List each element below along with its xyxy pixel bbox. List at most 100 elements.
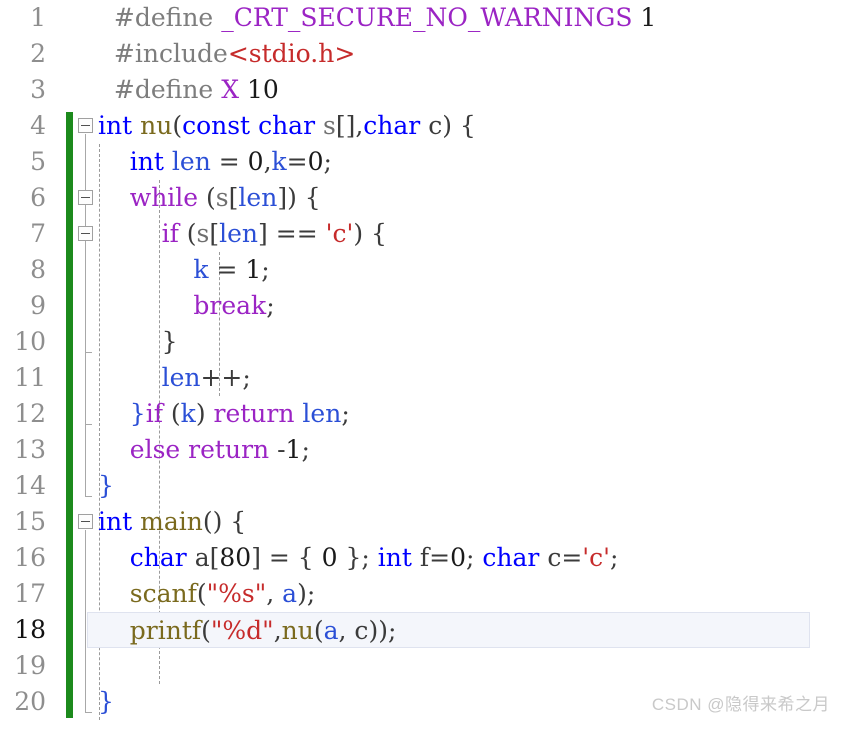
code-token-fn: main — [140, 507, 203, 536]
code-token-plain: ] == — [258, 219, 326, 248]
code-token-plain: = — [286, 147, 308, 176]
code-line[interactable]: int main() { — [98, 504, 844, 540]
code-token-var: len — [171, 147, 211, 176]
code-token-plain: ( — [178, 219, 197, 248]
line-number: 2 — [30, 39, 46, 68]
code-token-plain: ( — [201, 616, 211, 645]
code-line[interactable]: #define X 10 — [98, 72, 844, 108]
code-token-macro: X — [221, 75, 239, 104]
code-token-dim: s — [322, 111, 336, 140]
code-line[interactable]: }if (k) return len; — [98, 396, 844, 432]
code-token-plain: ; — [266, 291, 275, 320]
fold-toggle-icon[interactable] — [78, 118, 93, 133]
code-token-num: 10 — [246, 75, 279, 104]
code-line[interactable]: #include<stdio.h> — [98, 36, 844, 72]
code-line[interactable]: else return -1; — [98, 432, 844, 468]
code-token-ctrl: break — [193, 291, 267, 320]
code-line[interactable]: int len = 0,k=0; — [98, 144, 844, 180]
code-line[interactable]: } — [98, 324, 844, 360]
code-token-var: } — [98, 471, 114, 500]
code-line[interactable]: #define _CRT_SECURE_NO_WARNINGS 1 — [98, 0, 844, 36]
code-token-var: k — [193, 255, 209, 284]
code-token-num: 0 — [307, 147, 324, 176]
code-token-num: 1 — [245, 255, 262, 284]
line-number: 18 — [14, 615, 46, 644]
line-number: 9 — [30, 291, 46, 320]
code-token-fn: nu — [140, 111, 173, 140]
fold-toggle-icon[interactable] — [78, 190, 93, 205]
code-content[interactable]: #define _CRT_SECURE_NO_WARNINGS 1 #inclu… — [87, 0, 844, 731]
code-line[interactable]: while (s[len]) { — [98, 180, 844, 216]
code-token-plain: , — [263, 147, 272, 176]
code-token-plain: ( — [172, 111, 183, 140]
code-line[interactable]: break; — [98, 288, 844, 324]
code-token-plain: , — [338, 616, 355, 645]
code-token-str: <stdio.h> — [227, 39, 356, 68]
code-token-kw: char — [258, 111, 316, 140]
fold-toggle-icon[interactable] — [78, 514, 93, 529]
code-line[interactable]: len++; — [98, 360, 844, 396]
code-token-var: a — [282, 579, 298, 608]
code-token-plain: ) — [195, 399, 214, 428]
code-token-ctrl: while — [129, 183, 199, 212]
code-token-fn: nu — [281, 616, 314, 645]
code-token-dim: s — [215, 183, 229, 212]
code-token-ctrl: return — [188, 435, 270, 464]
code-token-plain: ( — [162, 399, 181, 428]
code-line[interactable] — [98, 648, 844, 684]
code-token-plain: = — [429, 543, 451, 572]
code-token-kw: int — [98, 111, 133, 140]
code-token-ctrl: return — [213, 399, 295, 428]
code-token-dim: s — [196, 219, 210, 248]
code-token-var: k — [180, 399, 196, 428]
code-line[interactable]: scanf("%s", a); — [98, 576, 844, 612]
code-token-num: 0 — [321, 543, 338, 572]
line-number: 19 — [14, 651, 46, 680]
code-token-fn: scanf — [129, 579, 197, 608]
code-token-kw: const — [182, 111, 251, 140]
code-token-plain: [ — [209, 219, 220, 248]
code-token-plain: [ — [228, 183, 239, 212]
code-token-pre: #include — [113, 39, 228, 68]
code-token-plain: } — [98, 327, 178, 356]
code-token-var: } — [98, 687, 114, 716]
line-number: 15 — [14, 507, 46, 536]
code-editor[interactable]: 1 2 3 4 5 6 7 8 9 10 11 12 13 14 15 16 17 18 19 20 #define … — [0, 0, 844, 731]
code-token-var: len — [219, 219, 259, 248]
code-token-kw: char — [482, 543, 540, 572]
line-number-column: 1 2 3 4 5 6 7 8 9 10 11 12 13 14 15 16 17 18 19 20 — [0, 0, 48, 731]
code-token-plain: }; — [337, 543, 378, 572]
fold-toggle-icon[interactable] — [78, 226, 93, 241]
code-line[interactable]: } — [98, 468, 844, 504]
code-token-kw: int — [129, 147, 164, 176]
code-token-plain: ( — [313, 616, 324, 645]
line-number: 7 — [30, 219, 46, 248]
code-line[interactable]: printf("%d",nu(a, c)); — [87, 612, 810, 648]
code-token-plain: ; — [610, 543, 619, 572]
code-token-plain: ; — [466, 543, 483, 572]
line-number: 16 — [14, 543, 46, 572]
code-token-pre: #define — [113, 3, 214, 32]
code-line[interactable]: int nu(const char s[],char c) { — [98, 108, 844, 144]
code-line[interactable]: if (s[len] == 'c') { — [98, 216, 844, 252]
code-token-var: a — [323, 616, 339, 645]
code-token-plain: ( — [198, 183, 216, 212]
change-indicator-bar — [66, 112, 73, 718]
code-token-plain: , — [273, 616, 282, 645]
code-token-plain: = — [208, 255, 246, 284]
fold-region-end — [85, 496, 92, 497]
code-token-plain: )); — [368, 616, 397, 645]
code-line[interactable]: char a[80] = { 0 }; int f=0; char c='c'; — [98, 540, 844, 576]
code-line[interactable]: k = 1; — [98, 252, 844, 288]
